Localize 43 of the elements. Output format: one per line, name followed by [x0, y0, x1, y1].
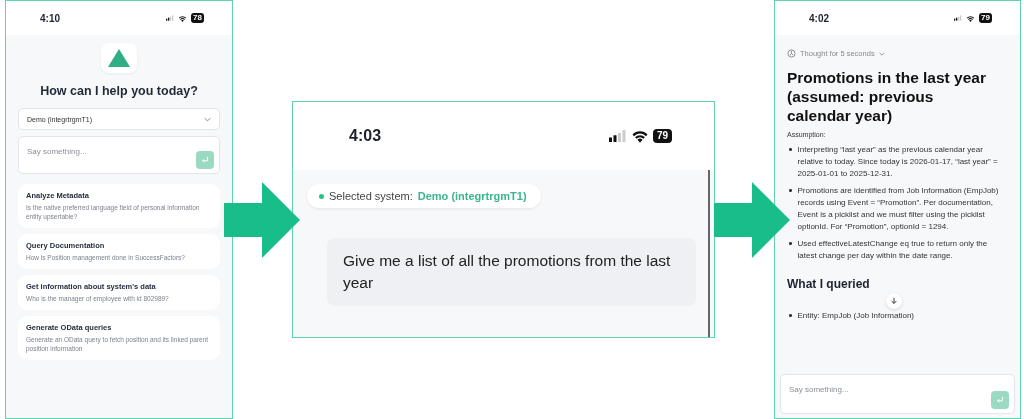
right-arrow-icon	[714, 182, 790, 258]
signal-icon	[954, 15, 963, 21]
assumption-text: Interpreting “last year” as the previous calendar year relative to today. Since today is 2026-01-17, “last year” = 2025-01-01 to 2025-12-31.	[797, 144, 999, 180]
status-time: 4:02	[809, 12, 829, 24]
assumption-text: Promotions are identified from Job Information (EmpJob) records using Event = “Promotion”. Per documentation, Event is a picklist and we must filter using the picklist optionId. For “Promotion”, optionId = 1294.	[797, 185, 1000, 233]
chevron-down-icon[interactable]	[204, 116, 211, 122]
selected-system-label: Selected system:	[329, 190, 413, 202]
bullet-icon	[789, 148, 792, 151]
bullet-icon	[789, 314, 792, 317]
wifi-icon	[178, 14, 188, 22]
user-message: Give me a list of all the promotions from the last year	[327, 238, 696, 306]
queried-text: Entity: EmpJob (Job Information)	[797, 310, 914, 322]
status-time: 4:03	[349, 127, 382, 145]
message-field[interactable]: Say something...	[18, 136, 220, 174]
status-dot-icon	[319, 193, 324, 199]
battery-icon: 79	[979, 13, 992, 23]
signal-icon	[608, 130, 627, 142]
battery-icon: 78	[191, 13, 204, 23]
section-heading: What I queried	[787, 277, 871, 291]
bullet-icon	[789, 242, 792, 245]
thought-icon	[787, 49, 796, 58]
bullet-icon	[789, 189, 792, 192]
wifi-icon	[966, 14, 976, 22]
wifi-icon	[630, 129, 649, 143]
battery-icon: 79	[652, 129, 672, 143]
answer-heading: Promotions in the last year (assumed: previous calendar year)	[787, 68, 987, 125]
return-arrow-icon[interactable]	[996, 396, 1004, 404]
message-input[interactable]: Say something...	[19, 137, 195, 166]
status-time: 4:10	[40, 12, 60, 24]
selected-system-value: Demo (integrtrgmT1)	[417, 190, 527, 202]
assumption-text: Used effectiveLatestChange eq true to return only the latest change per day within the date range.	[797, 238, 989, 262]
send-button[interactable]	[196, 151, 214, 169]
right-arrow-icon	[224, 182, 300, 258]
logo-icon	[101, 43, 137, 73]
welcome-title: How can I help you today?	[40, 84, 198, 98]
down-arrow-icon[interactable]	[889, 297, 898, 305]
message-input[interactable]: Say something...	[781, 375, 984, 404]
chevron-down-icon[interactable]	[878, 51, 885, 56]
return-arrow-icon[interactable]	[201, 156, 209, 164]
message-field[interactable]: Say something...	[780, 374, 1015, 414]
send-button[interactable]	[991, 391, 1009, 409]
signal-icon	[166, 15, 175, 21]
scroll-down-button[interactable]	[885, 293, 902, 309]
